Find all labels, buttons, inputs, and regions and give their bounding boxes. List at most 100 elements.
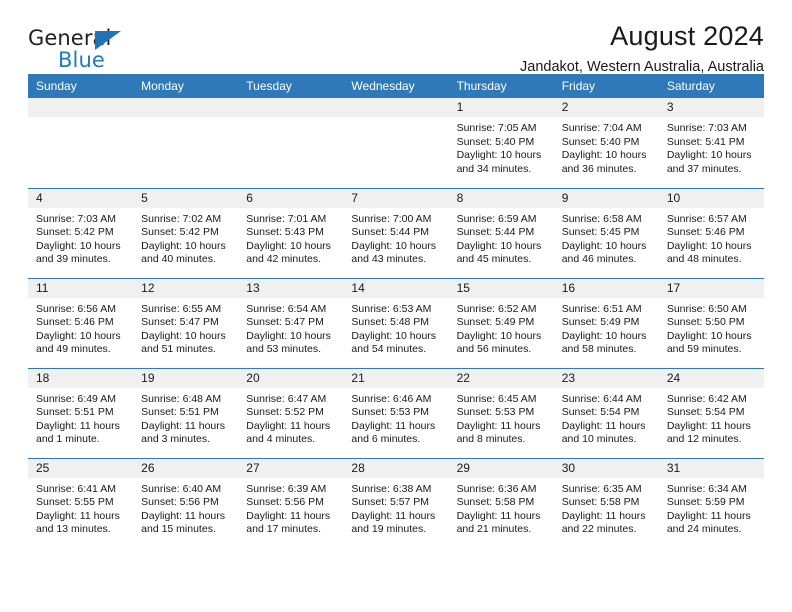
day-details: Sunrise: 7:00 AM Sunset: 5:44 PM Daylight:… xyxy=(343,208,448,267)
daylight-text: Daylight: 10 hours and 36 minutes. xyxy=(561,149,647,175)
calendar-day-cell[interactable]: 17 Sunrise: 6:50 AM Sunset: 5:50 PM Dayligh… xyxy=(658,277,764,368)
daylight-text: Daylight: 11 hours and 8 minutes. xyxy=(456,419,541,446)
calendar-day-cell[interactable]: 11 Sunrise: 6:56 AM Sunset: 5:46 PM Dayligh… xyxy=(28,277,134,368)
calendar-day-cell[interactable]: 10 Sunrise: 6:57 AM Sunset: 5:46 PM Dayligh… xyxy=(658,187,764,278)
sunset-text: Sunset: 5:50 PM xyxy=(666,316,745,329)
day-number: 28 xyxy=(343,458,449,478)
calendar-day-cell[interactable]: 5 Sunrise: 7:02 AM Sunset: 5:42 PM Daylight… xyxy=(133,187,239,278)
page-title: August 2024 xyxy=(610,21,764,51)
day-details: Sunrise: 6:38 AM Sunset: 5:57 PM Daylight:… xyxy=(343,478,448,537)
calendar-day-cell[interactable]: 3 Sunrise: 7:03 AM Sunset: 5:41 PM Daylight… xyxy=(658,98,764,188)
day-cell-inner: 22 Sunrise: 6:45 AM Sunset: 5:53 PM Dayligh… xyxy=(448,368,554,458)
sunrise-text: Sunrise: 6:41 AM xyxy=(36,482,116,495)
sunrise-text: Sunrise: 6:48 AM xyxy=(141,392,222,405)
day-details: Sunrise: 6:34 AM Sunset: 5:59 PM Daylight:… xyxy=(659,478,764,537)
calendar-day-cell[interactable]: 28 Sunrise: 6:38 AM Sunset: 5:57 PM Dayligh… xyxy=(343,457,449,548)
day-number: 10 xyxy=(658,188,764,208)
calendar-day-cell[interactable]: 30 Sunrise: 6:35 AM Sunset: 5:58 PM Dayligh… xyxy=(553,457,659,549)
day-cell-inner: 1 Sunrise: 7:05 AM Sunset: 5:40 PM Daylight… xyxy=(448,98,554,188)
day-cell-inner: 7 Sunrise: 7:00 AM Sunset: 5:44 PM Daylight… xyxy=(343,188,449,278)
calendar-day-cell[interactable]: 19 Sunrise: 6:48 AM Sunset: 5:51 PM Dayligh… xyxy=(133,367,239,458)
calendar-day-cell[interactable]: 12 Sunrise: 6:55 AM Sunset: 5:47 PM Dayligh… xyxy=(133,277,239,368)
day-cell-inner: 31 Sunrise: 6:34 AM Sunset: 5:59 PM Dayligh… xyxy=(658,458,764,549)
sunrise-text: Sunrise: 7:02 AM xyxy=(141,212,222,225)
calendar-day-cell[interactable]: 6 Sunrise: 7:01 AM Sunset: 5:43 PM Daylight… xyxy=(238,187,344,278)
calendar-day-cell[interactable]: 26 Sunrise: 6:40 AM Sunset: 5:56 PM Dayligh… xyxy=(133,457,239,548)
day-details: Sunrise: 6:42 AM Sunset: 5:54 PM Daylight:… xyxy=(659,388,764,447)
day-details: Sunrise: 6:46 AM Sunset: 5:53 PM Daylight:… xyxy=(343,388,448,447)
day-details: Sunrise: 6:53 AM Sunset: 5:48 PM Daylight:… xyxy=(343,298,448,357)
sunrise-text: Sunrise: 6:52 AM xyxy=(456,302,537,315)
day-number: 21 xyxy=(343,368,449,388)
day-number: 19 xyxy=(133,368,239,388)
sunset-text: Sunset: 5:51 PM xyxy=(141,406,219,419)
calendar-day-cell[interactable]: 15 Sunrise: 6:52 AM Sunset: 5:49 PM Dayligh… xyxy=(448,277,554,368)
calendar-day-cell[interactable]: 24 Sunrise: 6:42 AM Sunset: 5:54 PM Dayligh… xyxy=(658,367,764,458)
day-cell-inner: 25 Sunrise: 6:41 AM Sunset: 5:55 PM Dayligh… xyxy=(28,458,134,549)
calendar-day-cell-empty xyxy=(133,98,239,188)
day-number: 8 xyxy=(448,188,554,208)
calendar-day-cell[interactable]: 1 Sunrise: 7:05 AM Sunset: 5:40 PM Daylight… xyxy=(448,98,554,188)
sunset-text: Sunset: 5:45 PM xyxy=(561,226,640,239)
calendar-day-cell[interactable]: 7 Sunrise: 7:00 AM Sunset: 5:44 PM Daylight… xyxy=(343,187,449,278)
day-details: Sunrise: 6:39 AM Sunset: 5:56 PM Daylight:… xyxy=(238,478,343,537)
sunrise-text: Sunrise: 7:03 AM xyxy=(36,212,116,225)
calendar-day-cell[interactable]: 22 Sunrise: 6:45 AM Sunset: 5:53 PM Dayligh… xyxy=(448,367,554,458)
day-cell-inner: 14 Sunrise: 6:53 AM Sunset: 5:48 PM Dayligh… xyxy=(343,278,449,368)
day-cell-inner: 21 Sunrise: 6:46 AM Sunset: 5:53 PM Dayligh… xyxy=(343,368,449,458)
sunset-text: Sunset: 5:54 PM xyxy=(666,406,745,419)
sunrise-text: Sunrise: 6:57 AM xyxy=(666,212,747,225)
calendar-day-cell[interactable]: 25 Sunrise: 6:41 AM Sunset: 5:55 PM Dayligh… xyxy=(28,457,134,549)
day-number xyxy=(238,98,344,117)
sunrise-text: Sunrise: 6:55 AM xyxy=(141,302,222,315)
general-blue-logo[interactable]: General Blue xyxy=(28,28,158,74)
page-subtitle: Jandakot, Western Australia, Australia xyxy=(520,58,764,75)
day-number: 12 xyxy=(133,278,239,298)
calendar-day-cell[interactable]: 21 Sunrise: 6:46 AM Sunset: 5:53 PM Dayligh… xyxy=(343,367,449,458)
sunrise-text: Sunrise: 6:40 AM xyxy=(141,482,222,495)
day-details: Sunrise: 7:01 AM Sunset: 5:43 PM Daylight:… xyxy=(238,208,343,267)
logo-text-general: General xyxy=(28,26,112,50)
calendar-day-cell[interactable]: 8 Sunrise: 6:59 AM Sunset: 5:44 PM Daylight… xyxy=(448,187,554,278)
sunset-text: Sunset: 5:58 PM xyxy=(561,496,640,509)
weekday-header-sunday: Sunday xyxy=(28,74,134,98)
day-details: Sunrise: 6:41 AM Sunset: 5:55 PM Daylight:… xyxy=(28,478,133,537)
day-number: 30 xyxy=(553,458,659,478)
calendar-day-cell-empty xyxy=(343,98,449,188)
day-cell-inner: 30 Sunrise: 6:35 AM Sunset: 5:58 PM Dayligh… xyxy=(553,458,659,549)
calendar-day-cell[interactable]: 14 Sunrise: 6:53 AM Sunset: 5:48 PM Dayligh… xyxy=(343,277,449,368)
daylight-text: Daylight: 11 hours and 12 minutes. xyxy=(666,419,751,446)
calendar-week-row: 4 Sunrise: 7:03 AM Sunset: 5:42 PM Daylight… xyxy=(28,187,764,278)
day-details: Sunrise: 6:54 AM Sunset: 5:47 PM Daylight:… xyxy=(238,298,343,357)
calendar-day-cell[interactable]: 2 Sunrise: 7:04 AM Sunset: 5:40 PM Daylight… xyxy=(553,98,659,188)
daylight-text: Daylight: 11 hours and 15 minutes. xyxy=(141,509,225,536)
calendar-day-cell[interactable]: 4 Sunrise: 7:03 AM Sunset: 5:42 PM Daylight… xyxy=(28,187,134,278)
calendar-day-cell[interactable]: 31 Sunrise: 6:34 AM Sunset: 5:59 PM Dayligh… xyxy=(658,457,764,549)
daylight-text: Daylight: 10 hours and 39 minutes. xyxy=(36,239,121,266)
calendar-day-cell[interactable]: 20 Sunrise: 6:47 AM Sunset: 5:52 PM Dayligh… xyxy=(238,367,344,458)
day-number: 18 xyxy=(28,368,134,388)
calendar-day-cell[interactable]: 27 Sunrise: 6:39 AM Sunset: 5:56 PM Dayligh… xyxy=(238,457,344,549)
day-number: 17 xyxy=(658,278,764,298)
calendar-day-cell[interactable]: 29 Sunrise: 6:36 AM Sunset: 5:58 PM Dayligh… xyxy=(448,457,554,548)
sunset-text: Sunset: 5:40 PM xyxy=(456,135,535,148)
day-cell-inner: 27 Sunrise: 6:39 AM Sunset: 5:56 PM Dayligh… xyxy=(238,458,344,549)
calendar-day-cell[interactable]: 16 Sunrise: 6:51 AM Sunset: 5:49 PM Dayligh… xyxy=(553,277,659,368)
sunset-text: Sunset: 5:44 PM xyxy=(351,226,430,239)
day-number: 25 xyxy=(28,458,134,478)
day-number: 2 xyxy=(553,98,659,117)
calendar-day-cell[interactable]: 9 Sunrise: 6:58 AM Sunset: 5:45 PM Daylight… xyxy=(553,187,659,278)
calendar-day-cell[interactable]: 23 Sunrise: 6:44 AM Sunset: 5:54 PM Dayligh… xyxy=(553,367,659,458)
calendar-day-cell[interactable]: 13 Sunrise: 6:54 AM Sunset: 5:47 PM Dayligh… xyxy=(238,277,344,368)
day-cell-inner: 5 Sunrise: 7:02 AM Sunset: 5:42 PM Daylight… xyxy=(133,188,239,278)
sunset-text: Sunset: 5:49 PM xyxy=(456,316,535,329)
day-number: 5 xyxy=(133,188,239,208)
day-cell-inner: 2 Sunrise: 7:04 AM Sunset: 5:40 PM Daylight… xyxy=(553,98,659,188)
day-number: 31 xyxy=(658,458,764,478)
day-details: Sunrise: 6:48 AM Sunset: 5:51 PM Daylight:… xyxy=(133,388,238,447)
sunset-text: Sunset: 5:44 PM xyxy=(456,226,535,239)
daylight-text: Daylight: 11 hours and 1 minute. xyxy=(36,419,120,446)
day-number: 15 xyxy=(448,278,554,298)
calendar-day-cell[interactable]: 18 Sunrise: 6:49 AM Sunset: 5:51 PM Dayligh… xyxy=(28,367,134,458)
sunset-text: Sunset: 5:49 PM xyxy=(561,316,640,329)
